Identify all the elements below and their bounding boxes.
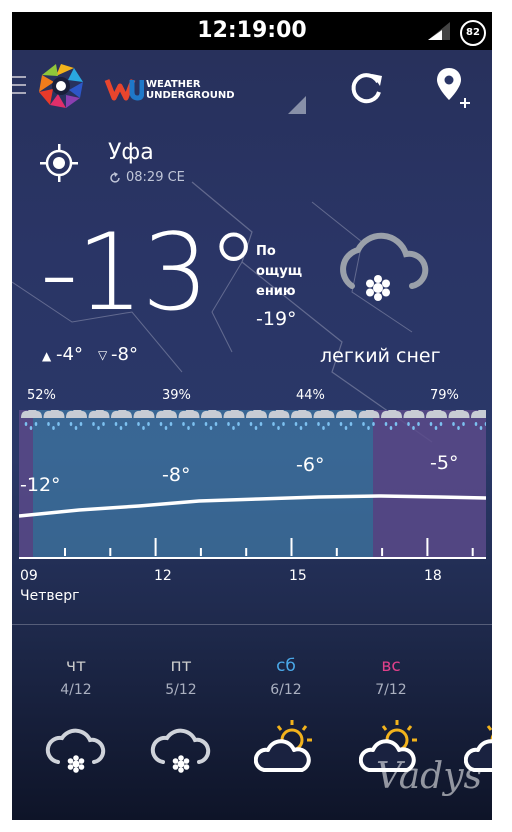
dropdown-corner-icon[interactable]	[288, 96, 306, 114]
forecast-date: 8	[456, 682, 493, 698]
signal-icon	[428, 22, 450, 40]
forecast-day-name: п	[456, 656, 492, 676]
wunderground-logo-icon	[104, 79, 144, 101]
precip-label-3: 44%	[296, 388, 325, 403]
forecast-date: 4/12	[60, 682, 92, 698]
low-arrow-icon: ▽	[98, 348, 108, 362]
app-logo-icon[interactable]	[36, 62, 86, 112]
watermark: Vadys	[376, 756, 483, 797]
day-band	[33, 410, 373, 558]
precip-label-4: 79%	[430, 388, 459, 403]
feels-like-label-1: По	[256, 244, 276, 259]
brand-line-2: UNDERGROUND	[146, 90, 235, 101]
forecast-day-name: вс	[381, 656, 401, 676]
menu-icon[interactable]	[12, 74, 26, 98]
forecast-day-name: пт	[170, 656, 192, 676]
minor-hour-tick	[471, 548, 474, 556]
feels-like-label-2: ощущ	[256, 264, 303, 279]
major-hour-tick	[426, 538, 429, 556]
battery-icon: 82	[460, 20, 486, 46]
phone-screen: 12:19:00 82 WEATHER UNDERGROUND Уфа 08:2…	[12, 12, 492, 820]
hourly-chart[interactable]	[19, 410, 486, 558]
forecast-date: 7/12	[375, 682, 407, 698]
update-time: 08:29 CE	[126, 170, 185, 185]
partly-sunny-icon	[253, 720, 312, 772]
forecast-date: 6/12	[270, 682, 302, 698]
forecast-day-name: чт	[66, 656, 86, 676]
snow-cloud-icon	[150, 728, 211, 773]
gps-locate-icon[interactable]	[40, 144, 78, 182]
forecast-day-name: сб	[276, 656, 296, 676]
status-bar: 12:19:00 82	[12, 12, 492, 50]
minor-hour-tick	[199, 548, 202, 556]
feels-like-temp: -19°	[256, 308, 297, 330]
hour-label-3: 15	[289, 568, 307, 584]
minor-hour-tick	[245, 548, 248, 556]
feels-like-label-3: ению	[256, 284, 296, 299]
current-temperature: -13°	[40, 211, 260, 334]
forecast-day[interactable]: сб 6/12	[246, 656, 326, 782]
high-temp: -4°	[56, 344, 83, 365]
chart-day-label: Четверг	[20, 588, 80, 604]
forecast-day[interactable]: пт 5/12	[141, 656, 221, 782]
precip-label-2: 39%	[162, 388, 191, 403]
forecast-date: 5/12	[165, 682, 197, 698]
hour-label-4: 18	[424, 568, 442, 584]
chart-baseline	[19, 557, 486, 559]
minor-hour-tick	[381, 548, 384, 556]
minor-hour-tick	[64, 548, 66, 556]
status-clock: 12:19:00	[197, 18, 307, 43]
hour-label-2: 12	[154, 568, 172, 584]
forecast-day[interactable]: чт 4/12	[36, 656, 116, 782]
city-name[interactable]: Уфа	[108, 140, 154, 165]
brand-line-1: WEATHER	[146, 79, 201, 90]
snow-cloud-icon	[340, 232, 429, 301]
night-band-right	[373, 410, 486, 558]
high-arrow-icon: ▲	[42, 349, 52, 363]
condition-text: легкий снег	[320, 345, 441, 367]
minor-hour-tick	[109, 548, 112, 556]
hourly-temp-1: -12°	[20, 474, 61, 496]
precip-label-1: 52%	[27, 388, 56, 403]
low-temp: -8°	[111, 344, 138, 365]
hourly-temp-2: -8°	[162, 464, 191, 486]
add-location-icon[interactable]	[436, 66, 472, 112]
section-divider	[12, 624, 492, 625]
update-time-icon	[110, 172, 120, 183]
hourly-temp-3: -6°	[296, 454, 325, 476]
refresh-icon[interactable]	[348, 68, 386, 106]
hourly-temp-4: -5°	[430, 452, 459, 474]
hour-label-1: 09	[20, 568, 38, 584]
snow-cloud-icon	[45, 728, 106, 773]
minor-hour-tick	[335, 548, 338, 556]
major-hour-tick	[154, 538, 157, 556]
major-hour-tick	[290, 538, 293, 556]
